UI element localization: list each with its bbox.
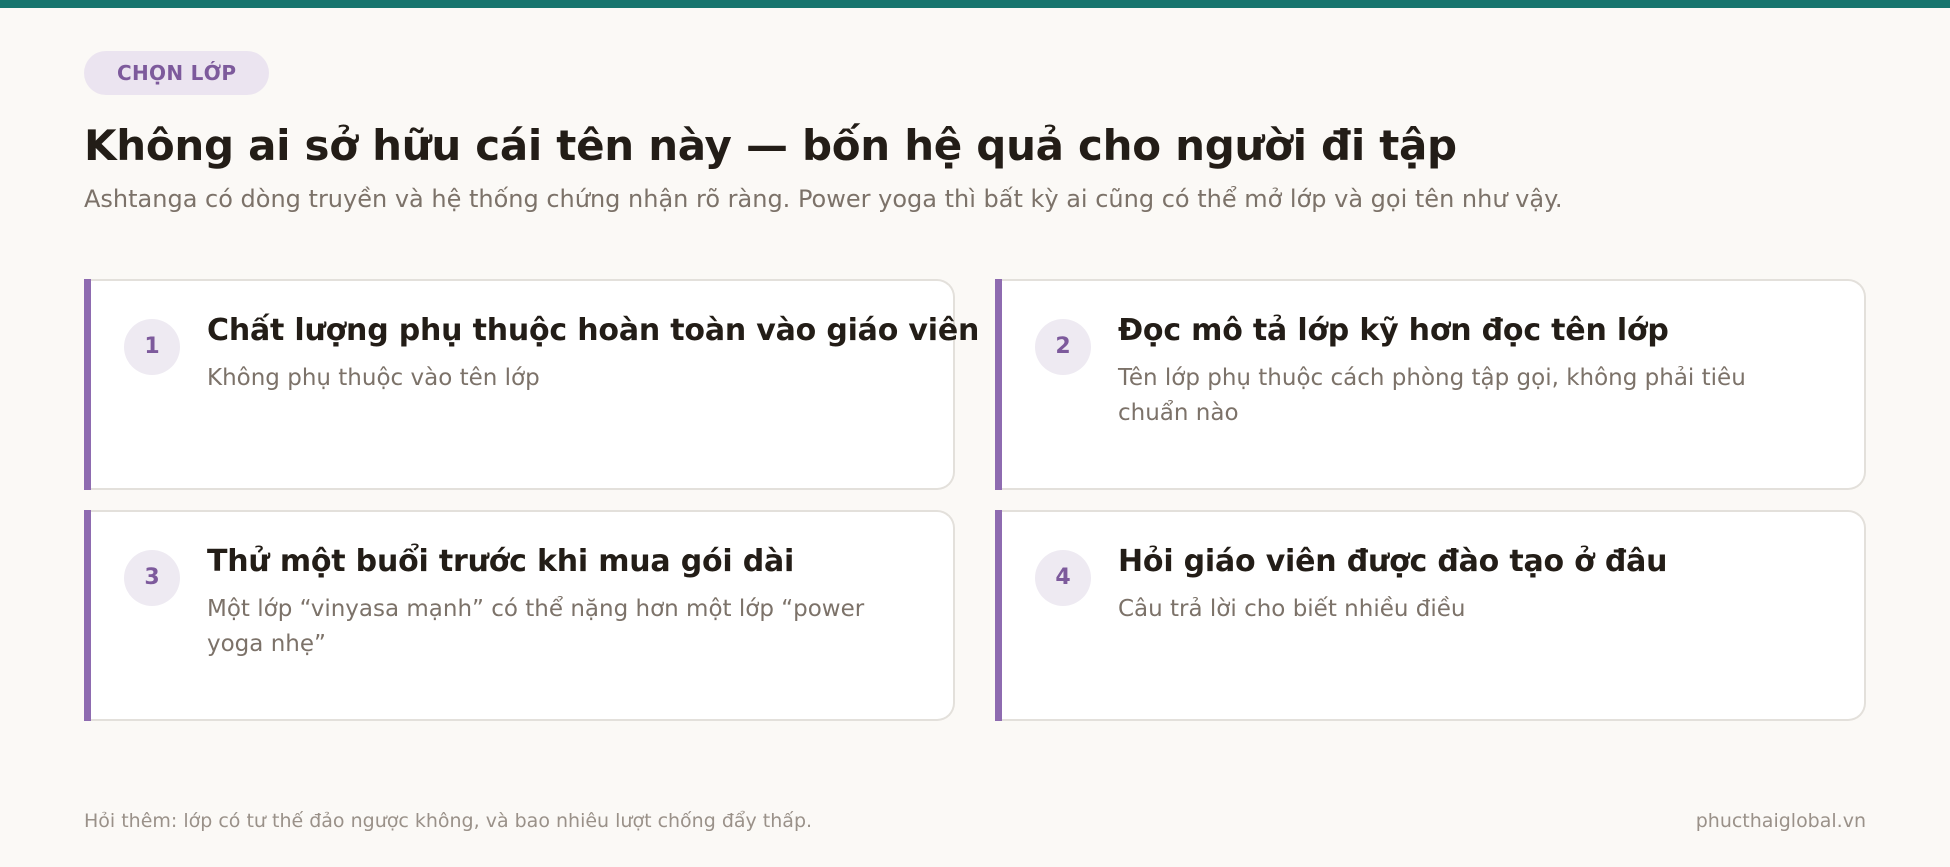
tip-description: Một lớp “vinyasa mạnh” có thể nặng hơn m… <box>207 596 865 657</box>
footer-note: Hỏi thêm: lớp có tư thế đảo ngược không,… <box>84 810 813 832</box>
page-subtitle: Ashtanga có dòng truyền và hệ thống chứn… <box>84 185 1563 213</box>
tip-card-3: 3 Thử một buổi trước khi mua gói dài Một… <box>84 510 955 721</box>
top-accent-bar <box>0 0 1950 8</box>
tip-number: 1 <box>124 319 180 375</box>
tip-description: Tên lớp phụ thuộc cách phòng tập gọi, kh… <box>1118 365 1746 426</box>
tip-number: 4 <box>1035 550 1091 606</box>
tip-title: Đọc mô tả lớp kỹ hơn đọc tên lớp <box>1118 313 1669 348</box>
tip-title: Chất lượng phụ thuộc hoàn toàn vào giáo … <box>207 313 980 348</box>
footer-site-link[interactable]: phucthaiglobal.vn <box>1696 807 1866 835</box>
tip-description: Câu trả lời cho biết nhiều điều <box>1118 596 1466 622</box>
tip-title: Thử một buổi trước khi mua gói dài <box>207 544 795 579</box>
tip-card-2: 2 Đọc mô tả lớp kỹ hơn đọc tên lớp Tên l… <box>995 279 1866 490</box>
tip-card-1: 1 Chất lượng phụ thuộc hoàn toàn vào giá… <box>84 279 980 490</box>
page-title: Không ai sở hữu cái tên này — bốn hệ quả… <box>84 121 1457 170</box>
page: CHỌN LỚP Không ai sở hữu cái tên này — b… <box>84 51 1866 867</box>
tip-title: Hỏi giáo viên được đào tạo ở đâu <box>1118 544 1668 579</box>
tip-number: 3 <box>124 550 180 606</box>
tip-description: Không phụ thuộc vào tên lớp <box>207 365 540 391</box>
tip-card-4: 4 Hỏi giáo viên được đào tạo ở đâu Câu t… <box>995 510 1866 721</box>
tip-number: 2 <box>1035 319 1091 375</box>
section-badge: CHỌN LỚP <box>84 51 270 95</box>
tips-grid: 1 Chất lượng phụ thuộc hoàn toàn vào giá… <box>84 279 1866 721</box>
